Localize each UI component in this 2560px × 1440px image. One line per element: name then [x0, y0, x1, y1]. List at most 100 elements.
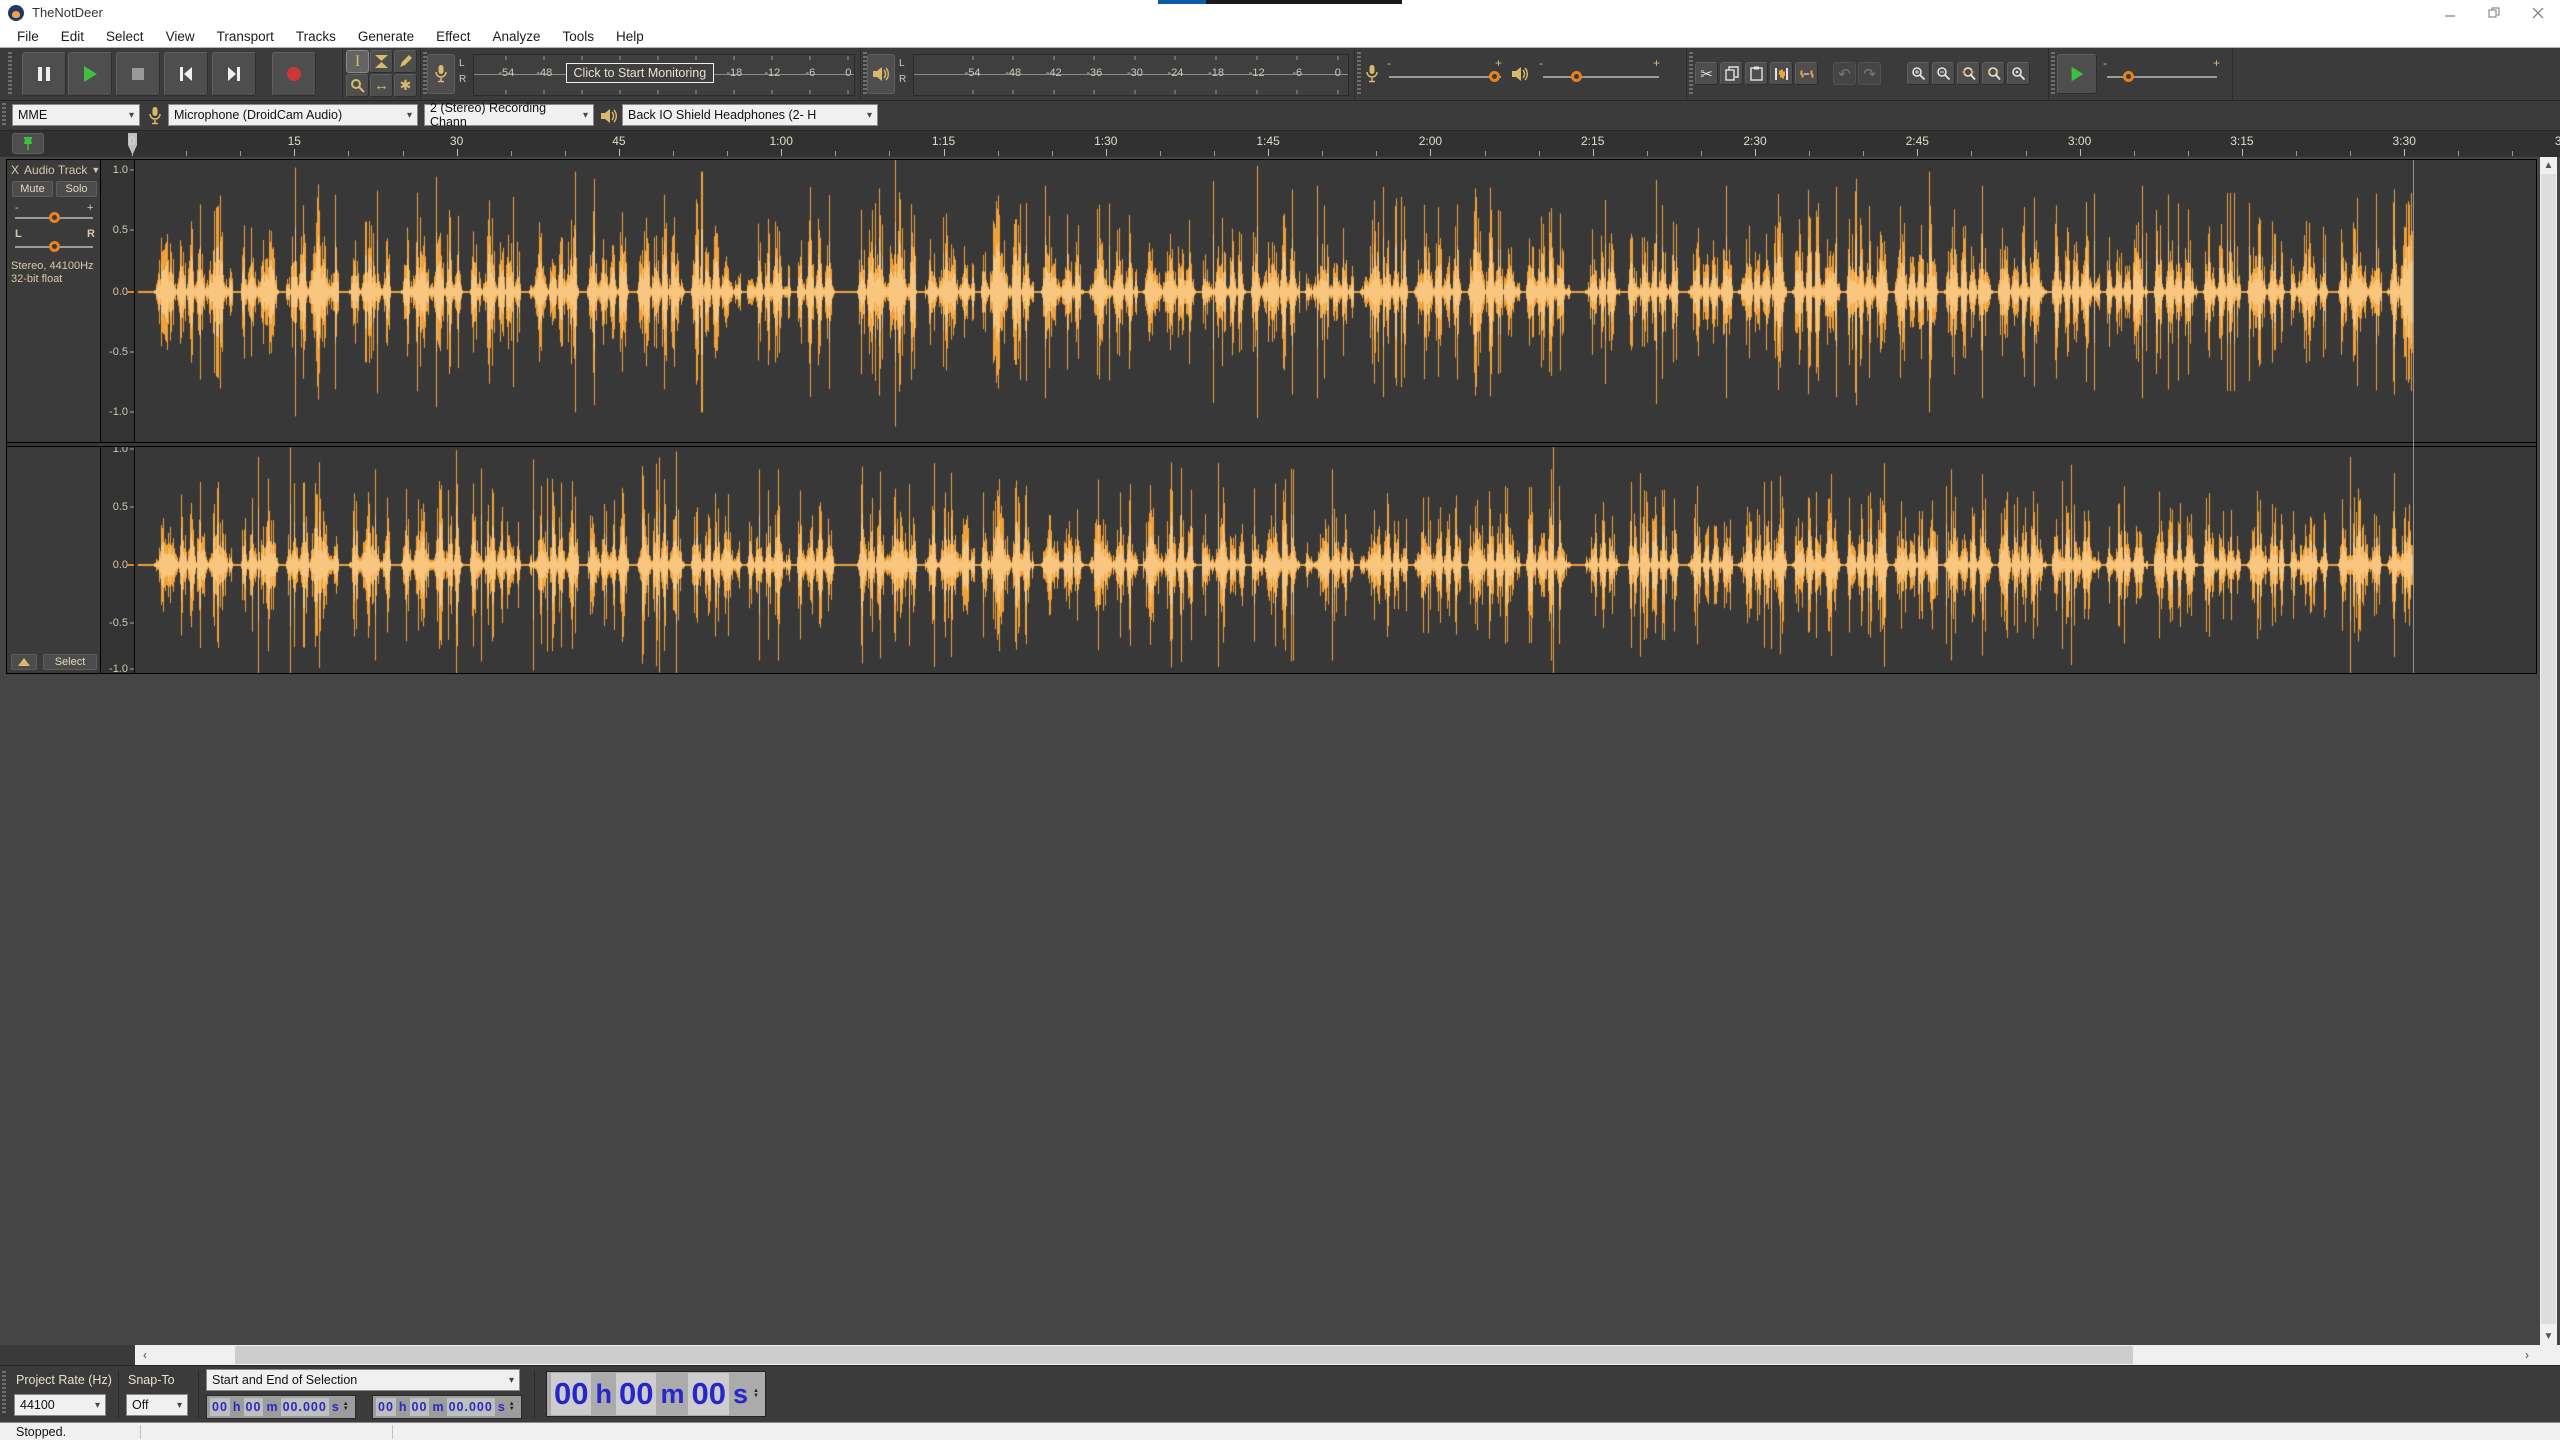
time-digits[interactable]: 00 — [244, 1398, 264, 1416]
cut-button[interactable]: ✂ — [1695, 62, 1718, 85]
waveform-right-channel[interactable] — [135, 447, 2536, 673]
track-canvas-area[interactable]: X Audio Track ▼ Mute Solo - + L R Stereo… — [0, 157, 2560, 1345]
close-button[interactable] — [2516, 0, 2560, 26]
trim-audio-button[interactable] — [1770, 62, 1793, 85]
playback-volume-thumb[interactable] — [1571, 71, 1582, 82]
track-menu-chevron-icon[interactable]: ▼ — [91, 165, 100, 175]
recording-channels-dropdown[interactable]: 2 (Stereo) Recording Chann▾ — [424, 104, 594, 126]
playback-meter-scale[interactable]: -54-48-42-36-30-24-18-12-60 — [913, 54, 1349, 96]
menu-edit[interactable]: Edit — [50, 29, 95, 44]
horizontal-scrollbar-thumb[interactable] — [235, 1346, 2133, 1364]
zoom-tool-button[interactable] — [346, 74, 369, 97]
menu-help[interactable]: Help — [605, 29, 655, 44]
recording-volume-slider[interactable] — [1389, 76, 1501, 78]
spinner-arrows[interactable]: ▲▼ — [343, 1402, 349, 1412]
undo-button[interactable]: ↶ — [1833, 62, 1856, 85]
selection-start-field[interactable]: 00h00m00.000s▲▼ — [206, 1395, 356, 1419]
play-speed-thumb[interactable] — [2123, 71, 2134, 82]
scroll-right-arrow[interactable]: › — [2517, 1345, 2537, 1365]
menu-transport[interactable]: Transport — [206, 29, 285, 44]
mute-button[interactable]: Mute — [12, 181, 53, 197]
timeline-ruler[interactable]: 01530451:001:151:301:452:002:152:302:453… — [0, 131, 2560, 158]
fit-selection-button[interactable] — [1957, 62, 1980, 85]
track-title[interactable]: Audio Track — [24, 163, 87, 177]
playback-meter-speaker-button[interactable] — [867, 54, 895, 94]
redo-button[interactable]: ↷ — [1858, 62, 1881, 85]
vertical-scrollbar-thumb[interactable] — [2541, 174, 2556, 1324]
waveform-left-channel[interactable] — [135, 160, 2536, 442]
pan-slider-thumb[interactable] — [49, 241, 60, 252]
toolbar-gripper[interactable] — [8, 52, 12, 96]
minimize-button[interactable] — [2428, 0, 2472, 26]
track-select-button[interactable]: Select — [43, 654, 97, 670]
envelope-tool-button[interactable] — [370, 50, 393, 73]
vertical-ruler-right-channel[interactable]: 1.00.50.0-0.5-1.0 — [101, 447, 135, 673]
pause-button[interactable] — [22, 52, 66, 96]
selection-mode-dropdown[interactable]: Start and End of Selection▾ — [206, 1369, 520, 1391]
scroll-left-arrow[interactable]: ‹ — [135, 1345, 155, 1365]
time-shift-tool-button[interactable]: ↔ — [370, 74, 393, 97]
audio-position-display[interactable]: 00h00m00s▲▼ — [546, 1371, 766, 1417]
menu-generate[interactable]: Generate — [347, 29, 425, 44]
skip-to-end-button[interactable] — [212, 52, 256, 96]
fit-project-button[interactable] — [1982, 62, 2005, 85]
time-digits[interactable]: 00 — [616, 1373, 656, 1415]
copy-button[interactable] — [1720, 62, 1743, 85]
recording-device-dropdown[interactable]: Microphone (DroidCam Audio)▾ — [168, 104, 418, 126]
collapse-track-button[interactable] — [11, 654, 37, 670]
skip-to-start-button[interactable] — [164, 52, 208, 96]
pinned-playhead-button[interactable] — [12, 133, 44, 154]
menu-analyze[interactable]: Analyze — [481, 29, 551, 44]
time-digits[interactable]: 00.000 — [281, 1398, 329, 1416]
toolbar-gripper[interactable] — [2051, 52, 2055, 96]
zoom-out-button[interactable] — [1932, 62, 1955, 85]
vertical-scrollbar[interactable]: ▲ ▼ — [2540, 157, 2557, 1345]
stop-button[interactable] — [116, 52, 160, 96]
toolbar-gripper[interactable] — [2, 103, 6, 127]
play-button[interactable] — [68, 52, 112, 96]
project-rate-dropdown[interactable]: 44100▾ — [14, 1394, 106, 1416]
recording-volume-thumb[interactable] — [1489, 71, 1500, 82]
spinner-arrows[interactable]: ▲▼ — [509, 1402, 515, 1412]
record-meter-mic-button[interactable] — [427, 54, 455, 94]
draw-tool-button[interactable] — [394, 50, 417, 73]
playback-device-dropdown[interactable]: Back IO Shield Headphones (2- H▾ — [622, 104, 878, 126]
audio-track[interactable]: X Audio Track ▼ Mute Solo - + L R Stereo… — [6, 159, 2537, 674]
playback-volume-slider[interactable] — [1543, 76, 1659, 78]
snap-to-dropdown[interactable]: Off▾ — [126, 1394, 188, 1416]
menu-file[interactable]: File — [6, 29, 50, 44]
time-digits[interactable]: 00.000 — [447, 1398, 495, 1416]
scroll-down-arrow[interactable]: ▼ — [2540, 1328, 2557, 1345]
menu-view[interactable]: View — [155, 29, 206, 44]
time-digits[interactable]: 00 — [688, 1373, 728, 1415]
menu-tracks[interactable]: Tracks — [285, 29, 347, 44]
time-digits[interactable]: 00 — [210, 1398, 230, 1416]
zoom-in-button[interactable] — [1907, 62, 1930, 85]
time-digits[interactable]: 00 — [376, 1398, 396, 1416]
restore-button[interactable] — [2472, 0, 2516, 26]
toolbar-gripper[interactable] — [1357, 52, 1361, 96]
horizontal-scrollbar[interactable]: ‹ › — [135, 1345, 2537, 1365]
monitoring-tooltip[interactable]: Click to Start Monitoring — [566, 63, 715, 83]
track-close-button[interactable]: X — [11, 163, 19, 177]
paste-button[interactable] — [1745, 62, 1768, 85]
selection-tool-button[interactable]: I — [346, 50, 369, 73]
multi-tool-button[interactable]: ✱ — [394, 74, 417, 97]
time-digits[interactable]: 00 — [410, 1398, 430, 1416]
audio-host-dropdown[interactable]: MME▾ — [12, 104, 140, 126]
menu-effect[interactable]: Effect — [425, 29, 481, 44]
toolbar-gripper[interactable] — [2, 1371, 6, 1415]
menu-select[interactable]: Select — [95, 29, 155, 44]
play-at-speed-button[interactable] — [2057, 54, 2097, 94]
silence-audio-button[interactable] — [1795, 62, 1818, 85]
vertical-ruler-left-channel[interactable]: 1.00.50.0-0.5-1.0 — [101, 160, 135, 442]
spinner-arrows[interactable]: ▲▼ — [753, 1389, 759, 1399]
solo-button[interactable]: Solo — [56, 181, 97, 197]
record-button[interactable] — [272, 52, 316, 96]
toolbar-gripper[interactable] — [1689, 52, 1693, 96]
menu-tools[interactable]: Tools — [551, 29, 605, 44]
zoom-toggle-button[interactable] — [2007, 62, 2030, 85]
gain-slider-thumb[interactable] — [49, 212, 60, 223]
scroll-up-arrow[interactable]: ▲ — [2540, 157, 2557, 174]
selection-end-field[interactable]: 00h00m00.000s▲▼ — [372, 1395, 522, 1419]
